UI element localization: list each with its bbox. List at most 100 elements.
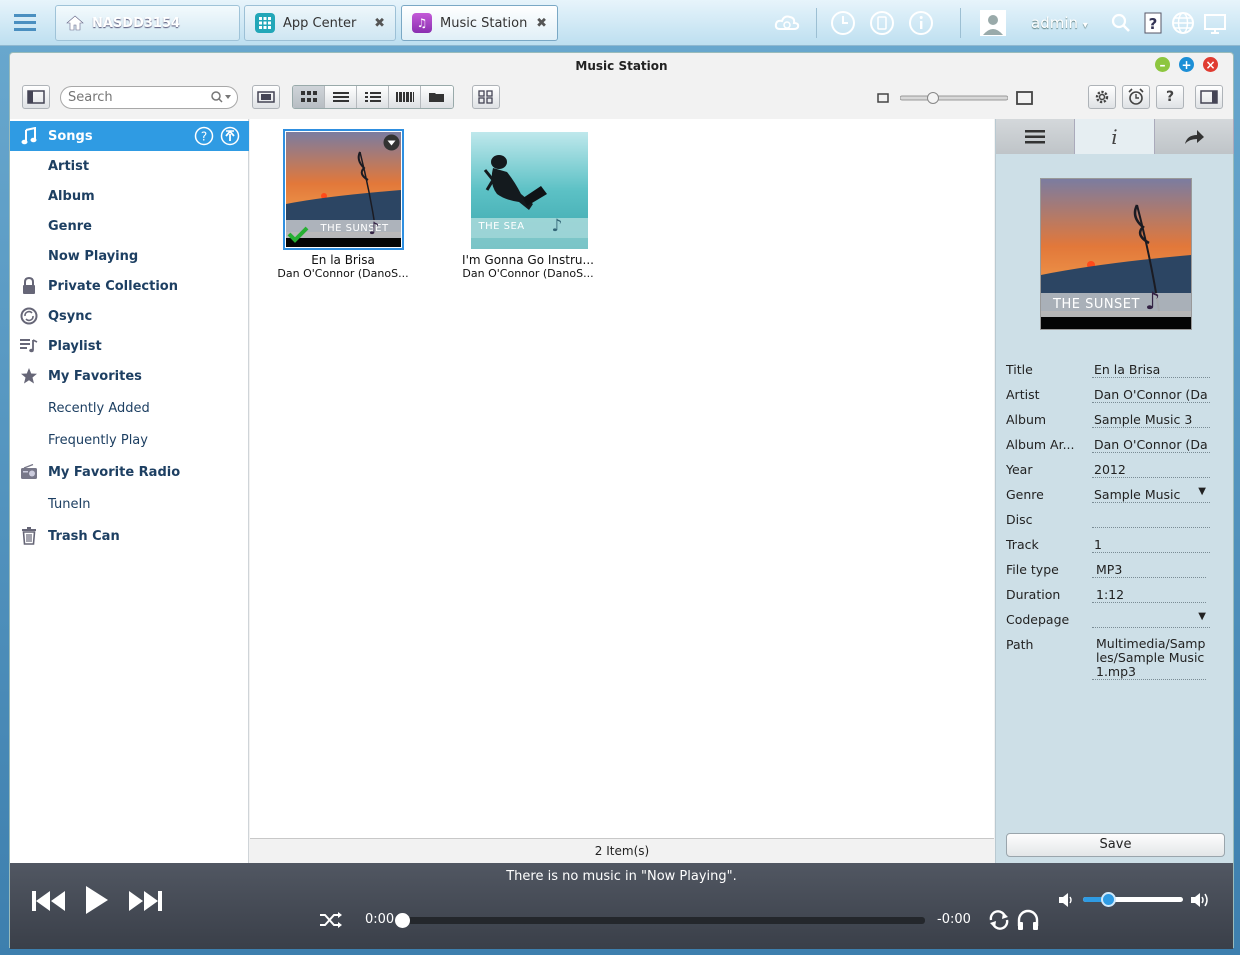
sidebar-item-trash-can[interactable]: Trash Can	[10, 521, 249, 551]
alarm-clock-button[interactable]	[1122, 85, 1150, 109]
field-value[interactable]: En la Brisa	[1092, 359, 1210, 378]
tab-music-station[interactable]: ♫ Music Station ✖	[401, 5, 558, 41]
volume-slider[interactable]	[1083, 892, 1183, 907]
cover-flow-view-button[interactable]	[252, 85, 280, 109]
field-value[interactable]: 1	[1092, 534, 1210, 553]
sidebar-item-my-favorite-radio[interactable]: My Favorite Radio	[10, 457, 249, 487]
home-tab[interactable]: NASDD3154	[55, 5, 240, 41]
thumbnail-size-slider[interactable]	[900, 92, 1008, 104]
toggle-sidebar-button[interactable]	[22, 85, 50, 109]
close-icon[interactable]: ✖	[374, 16, 385, 31]
field-album: Album Sample Music 3	[1006, 409, 1221, 434]
search-icon[interactable]	[1106, 8, 1136, 38]
play-icon[interactable]	[84, 884, 110, 916]
codepage-select[interactable]: ▼	[1092, 609, 1210, 628]
sidebar-item-my-favorites[interactable]: My Favorites	[10, 361, 249, 391]
help-button[interactable]: ?	[1156, 85, 1184, 109]
sidebar-item-label: Private Collection	[48, 278, 178, 294]
info-cover-art: THE SUNSET ♪	[1040, 178, 1192, 330]
toggle-info-panel-button[interactable]	[1195, 85, 1223, 109]
field-value	[1094, 612, 1098, 627]
multi-select-button[interactable]	[472, 85, 500, 109]
field-label: Path	[1006, 637, 1034, 652]
monitor-icon[interactable]	[1200, 8, 1230, 38]
upload-icon[interactable]	[220, 126, 240, 146]
settings-button[interactable]	[1088, 85, 1116, 109]
tab-share[interactable]	[1154, 119, 1234, 154]
detail-list-view-button[interactable]	[357, 86, 389, 108]
field-value[interactable]: Sample Music 3	[1092, 409, 1210, 428]
cloud-icon[interactable]	[772, 8, 802, 38]
sidebar-item-genre[interactable]: Genre	[10, 211, 249, 241]
minimize-icon[interactable]: –	[1155, 57, 1170, 72]
field-value[interactable]: Dan O'Connor (Da	[1092, 384, 1210, 403]
sidebar-item-frequently-play[interactable]: Frequently Play	[10, 425, 249, 455]
sidebar-item-label: Trash Can	[48, 528, 120, 544]
user-avatar-icon[interactable]	[978, 8, 1008, 38]
tab-app-center[interactable]: App Center ✖	[244, 5, 396, 41]
field-disc: Disc	[1006, 509, 1221, 534]
large-size-icon[interactable]	[1016, 91, 1034, 105]
card-menu-icon[interactable]	[383, 134, 400, 151]
sidebar-item-now-playing[interactable]: Now Playing	[10, 241, 249, 271]
timeline-view-button[interactable]	[389, 86, 421, 108]
shuffle-icon[interactable]	[319, 911, 343, 929]
help-icon[interactable]: ?	[1138, 8, 1168, 38]
field-value[interactable]	[1092, 509, 1210, 528]
sidebar-item-songs[interactable]: Songs ?	[10, 121, 249, 151]
save-button[interactable]: Save	[1006, 833, 1225, 857]
help-circle-icon[interactable]: ?	[194, 126, 214, 146]
volume-high-icon[interactable]	[1190, 891, 1212, 909]
song-card[interactable]: THE SEA ♪ I'm Gonna Go Instru... Dan O'C…	[453, 129, 603, 280]
globe-icon[interactable]	[1168, 8, 1198, 38]
tab-info[interactable]: i	[1075, 119, 1155, 154]
field-value[interactable]: 2012	[1092, 459, 1210, 478]
music-note-icon: ♫	[412, 13, 432, 33]
sidebar-item-tunein[interactable]: TuneIn	[10, 489, 249, 519]
volume-low-icon[interactable]	[1058, 892, 1076, 908]
sidebar-item-album[interactable]: Album	[10, 181, 249, 211]
folder-view-button[interactable]	[421, 86, 453, 108]
clock-icon[interactable]	[828, 8, 858, 38]
headphones-icon[interactable]	[1016, 909, 1040, 931]
sidebar-item-private-collection[interactable]: Private Collection	[10, 271, 249, 301]
checkmark-icon	[287, 225, 309, 243]
share-arrow-icon	[1183, 128, 1205, 146]
music-note-icon: ♪	[551, 216, 563, 236]
tab-label: Music Station	[440, 15, 528, 31]
close-icon[interactable]: ✖	[536, 16, 547, 31]
close-window-icon[interactable]: ×	[1203, 57, 1218, 72]
small-size-icon[interactable]	[877, 93, 889, 103]
volume-knob[interactable]	[1101, 892, 1116, 907]
song-card[interactable]: THE SUNSET ♪ En la Brisa Dan O'Connor (D…	[268, 129, 418, 280]
repeat-icon[interactable]	[987, 909, 1011, 931]
main-menu-icon[interactable]	[10, 9, 40, 37]
thumbnail-view-button[interactable]	[293, 86, 325, 108]
info-icon[interactable]	[906, 8, 936, 38]
divider	[960, 8, 961, 38]
progress-bar[interactable]	[395, 913, 925, 928]
sidebar-item-label: Qsync	[48, 308, 93, 324]
sidebar-item-artist[interactable]: Artist	[10, 151, 249, 181]
sidebar-item-playlist[interactable]: Playlist	[10, 331, 249, 361]
next-track-icon[interactable]	[127, 887, 165, 915]
progress-knob[interactable]	[395, 913, 410, 928]
user-menu[interactable]: admin ▾	[1031, 14, 1088, 32]
maximize-icon[interactable]: +	[1179, 57, 1194, 72]
list-view-button[interactable]	[325, 86, 357, 108]
field-value: Multimedia/Samples/Sample Music 1.mp3	[1092, 634, 1206, 680]
chevron-down-icon: ▾	[1082, 20, 1088, 31]
sidebar-item-recently-added[interactable]: Recently Added	[10, 393, 249, 423]
search-icon[interactable]	[210, 90, 232, 104]
previous-track-icon[interactable]	[30, 887, 68, 915]
sidebar-item-qsync[interactable]: Qsync	[10, 301, 249, 331]
info-panel: i THE SUNSET ♪ Title En la Brisa Artist Da…	[995, 119, 1234, 863]
field-value[interactable]: Dan O'Connor (Da	[1092, 434, 1210, 453]
genre-select[interactable]: Sample Music ▼	[1092, 484, 1210, 503]
field-artist: Artist Dan O'Connor (Da	[1006, 384, 1221, 409]
sync-icon[interactable]	[867, 8, 897, 38]
song-artist: Dan O'Connor (DanoS...	[462, 267, 594, 280]
sidebar: Songs ? Artist Album Genre Now Playing P…	[10, 119, 249, 863]
tab-list[interactable]	[996, 119, 1076, 154]
system-taskbar: NASDD3154 App Center ✖ ♫ Music Station ✖…	[0, 0, 1240, 46]
